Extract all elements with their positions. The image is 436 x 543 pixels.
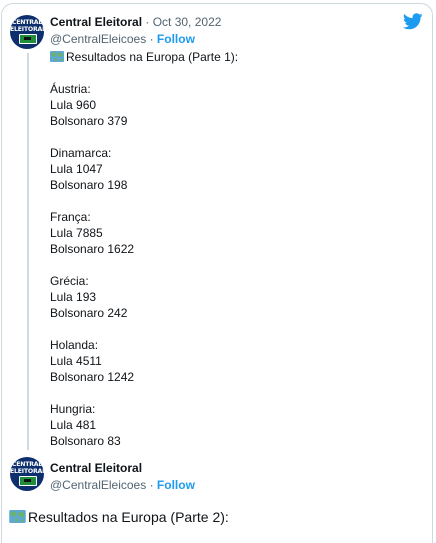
result-block-grecia: Grécia: Lula 193 Bolsonaro 242 — [50, 273, 238, 321]
ballot-box-icon — [19, 476, 37, 486]
result-block-franca: França: Lula 7885 Bolsonaro 1622 — [50, 209, 238, 257]
country-label: Grécia: — [50, 274, 89, 288]
bolsonaro-votes: Bolsonaro 198 — [50, 178, 128, 192]
lula-votes: Lula 7885 — [50, 226, 103, 240]
country-label: Holanda: — [50, 338, 99, 352]
lula-votes: Lula 1047 — [50, 162, 103, 176]
result-block-hungria: Hungria: Lula 481 Bolsonaro 83 — [50, 401, 238, 449]
ballot-box-icon — [19, 34, 37, 44]
lula-votes: Lula 193 — [50, 290, 97, 304]
author-name-row: Central Eleitoral · Oct 30, 2022 — [50, 15, 221, 29]
handle-row: @CentralEleicoes · Follow — [50, 32, 195, 46]
intro-text: Resultados na Europa (Parte 1): — [66, 50, 239, 64]
bolsonaro-votes: Bolsonaro 1242 — [50, 370, 135, 384]
thread-connector-line — [27, 53, 29, 450]
country-label: Áustria: — [50, 82, 91, 96]
lula-votes: Lula 960 — [50, 98, 97, 112]
tweet-date[interactable]: Oct 30, 2022 — [153, 15, 222, 29]
lula-votes: Lula 481 — [50, 418, 97, 432]
twitter-bird-icon[interactable] — [403, 13, 423, 30]
dot-separator: · — [146, 478, 157, 492]
world-map-icon — [9, 510, 26, 523]
tweet-intro: Resultados na Europa (Parte 1): — [50, 49, 238, 65]
tweet2-text: Resultados na Europa (Parte 2): — [28, 509, 229, 525]
bolsonaro-votes: Bolsonaro 83 — [50, 434, 121, 448]
dot-separator: · — [142, 15, 153, 29]
author-name[interactable]: Central Eleitoral — [50, 15, 142, 29]
country-label: França: — [50, 210, 91, 224]
handle-row: @CentralEleicoes · Follow — [50, 478, 195, 492]
result-block-holanda: Holanda: Lula 4511 Bolsonaro 1242 — [50, 337, 238, 385]
author-avatar[interactable]: CENTRAL ELEITORAL — [10, 457, 44, 491]
result-block-dinamarca: Dinamarca: Lula 1047 Bolsonaro 198 — [50, 145, 238, 193]
author-name[interactable]: Central Eleitoral — [50, 461, 142, 475]
dot-separator: · — [146, 32, 157, 46]
result-block-austria: Áustria: Lula 960 Bolsonaro 379 — [50, 81, 238, 129]
lula-votes: Lula 4511 — [50, 354, 102, 368]
country-label: Dinamarca: — [50, 146, 112, 160]
avatar-text: CENTRAL ELEITORAL — [10, 19, 44, 33]
tweet2-body: Resultados na Europa (Parte 2): — [9, 508, 229, 526]
world-map-icon — [50, 51, 64, 62]
follow-link[interactable]: Follow — [157, 32, 195, 46]
bolsonaro-votes: Bolsonaro 379 — [50, 114, 128, 128]
tweet-body: Resultados na Europa (Parte 1): Áustria:… — [50, 49, 238, 465]
follow-link[interactable]: Follow — [157, 478, 195, 492]
bolsonaro-votes: Bolsonaro 242 — [50, 306, 128, 320]
bolsonaro-votes: Bolsonaro 1622 — [50, 242, 135, 256]
country-label: Hungria: — [50, 402, 96, 416]
author-avatar[interactable]: CENTRAL ELEITORAL — [10, 15, 44, 49]
author-handle[interactable]: @CentralEleicoes — [50, 32, 146, 46]
avatar-text: CENTRAL ELEITORAL — [10, 461, 44, 475]
author-handle[interactable]: @CentralEleicoes — [50, 478, 146, 492]
